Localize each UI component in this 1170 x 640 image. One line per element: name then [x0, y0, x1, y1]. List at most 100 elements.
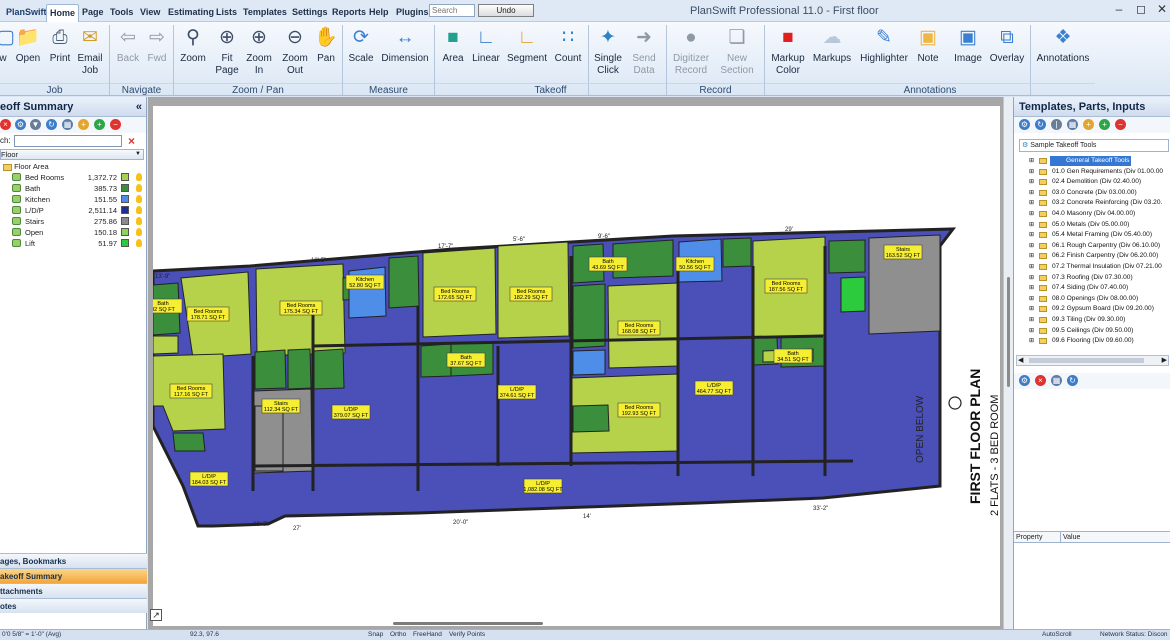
count-button[interactable]: ∷ Count	[552, 26, 584, 65]
bath-region[interactable]	[254, 349, 287, 390]
value-column-header[interactable]: Value	[1060, 532, 1080, 543]
takeoff-item[interactable]: L/D/P 2,511.14	[0, 205, 147, 216]
expand-icon[interactable]: ⊞	[1029, 241, 1034, 251]
tab-plugins[interactable]: Plugins	[393, 4, 432, 22]
lightbulb-icon[interactable]	[136, 173, 142, 181]
gear-icon[interactable]: ⚙	[15, 119, 26, 130]
room-label[interactable]: Bath37.67 SQ FT	[446, 352, 486, 368]
lightbulb-icon[interactable]	[136, 217, 142, 225]
accordion-takeoff-summary[interactable]: akeoff Summary	[0, 568, 147, 583]
delete-icon[interactable]: ×	[0, 119, 11, 130]
forward-button[interactable]: ⇨ Fwd	[143, 26, 171, 65]
template-tree-item[interactable]: ⊞ 03.2 Concrete Reinforcing (Div 03.20.	[1014, 198, 1170, 208]
undo-button[interactable]: Undo	[478, 4, 534, 17]
tab-help[interactable]: Help	[366, 4, 392, 22]
search-input[interactable]	[429, 4, 475, 17]
bath-region[interactable]	[312, 348, 345, 390]
color-swatch[interactable]	[121, 228, 129, 236]
dimension-button[interactable]: ↔ Dimension	[380, 26, 430, 65]
overlay-button[interactable]: ⧉ Overlay	[987, 26, 1027, 65]
filter-icon[interactable]: ▼	[30, 119, 41, 130]
accordion-attachments[interactable]: ttachments	[0, 583, 147, 598]
tab-home[interactable]: Home	[46, 4, 80, 22]
expand-icon[interactable]: ⊞	[1029, 304, 1034, 314]
template-tree-item[interactable]: ⊞ 08.0 Openings (Div 08.00.00)	[1014, 294, 1170, 304]
bath-region[interactable]	[828, 239, 866, 274]
zoom-out-button[interactable]: ⊖ Zoom Out	[280, 26, 310, 77]
tree-folder-floor-area[interactable]: Floor Area	[3, 161, 49, 172]
template-tree-item[interactable]: ⊞ 09.3 Tiling (Div 09.30.00)	[1014, 315, 1170, 325]
takeoff-item[interactable]: Stairs 275.86	[0, 216, 147, 227]
highlighter-button[interactable]: ✎ Highlighter	[856, 26, 912, 65]
room-label[interactable]: Stairs163.52 SQ FT	[883, 244, 923, 260]
app-menu-button[interactable]: PlanSwift	[3, 4, 50, 22]
scrollbar-thumb[interactable]	[1029, 358, 1144, 363]
column-icon[interactable]: |	[1051, 119, 1062, 130]
stairs-region[interactable]	[254, 405, 284, 472]
expand-icon[interactable]: ⊞	[1029, 167, 1034, 177]
template-dropdown[interactable]: ⚙ Sample Takeoff Tools	[1019, 139, 1169, 152]
template-tree-item[interactable]: ⊞ 07.3 Roofing (Div 07.30.00)	[1014, 273, 1170, 283]
refresh-icon[interactable]: ↻	[1035, 119, 1046, 130]
color-swatch[interactable]	[121, 173, 129, 181]
refresh-icon[interactable]: ↻	[1067, 375, 1078, 386]
room-label[interactable]: Bed Rooms182.29 SQ FT	[509, 286, 553, 302]
linear-button[interactable]: ∟ Linear	[470, 26, 502, 65]
grid-icon[interactable]: ▦	[1051, 375, 1062, 386]
layer-dropdown[interactable]: Floor ▼	[0, 149, 144, 160]
color-swatch[interactable]	[121, 239, 129, 247]
lightbulb-icon[interactable]	[136, 239, 142, 247]
snap-toggle[interactable]: Snap	[368, 630, 383, 640]
gear-icon[interactable]: ⚙	[1019, 119, 1030, 130]
room-label[interactable]: Bed Rooms168.08 SQ FT	[617, 320, 661, 336]
grid-icon[interactable]: ▦	[1067, 119, 1078, 130]
ortho-toggle[interactable]: Ortho	[390, 630, 406, 640]
template-tree-item[interactable]: ⊞ 07.4 Siding (Div 07.40.00)	[1014, 283, 1170, 293]
template-tree-item[interactable]: ⊞ 03.0 Concrete (Div 03.00.00)	[1014, 188, 1170, 198]
template-tree-item[interactable]: ⊞ 05.4 Metal Framing (Div 05.40.00)	[1014, 230, 1170, 240]
room-label[interactable]: L/D/P1,082.08 SQ FT	[523, 478, 563, 494]
maximize-icon[interactable]: ◻	[1134, 2, 1148, 16]
email-job-button[interactable]: ✉ Email Job	[76, 26, 104, 77]
kitchen-region[interactable]	[572, 349, 606, 376]
tab-lists[interactable]: Lists	[213, 4, 240, 22]
room-label[interactable]: Bath43.69 SQ FT	[588, 256, 628, 272]
color-swatch[interactable]	[121, 184, 129, 192]
color-swatch[interactable]	[121, 195, 129, 203]
verify-points-toggle[interactable]: Verify Points	[449, 630, 485, 640]
minimize-icon[interactable]: –	[1112, 2, 1126, 16]
template-tree-item[interactable]: ⊞ General Takeoff Tools	[1014, 156, 1170, 166]
grid-icon[interactable]: ▦	[62, 119, 73, 130]
room-label[interactable]: Kitchen50.56 SQ FT	[675, 256, 715, 272]
collapse-icon[interactable]: «	[136, 97, 142, 117]
room-label[interactable]: Bed Rooms172.65 SQ FT	[433, 286, 477, 302]
lift-region[interactable]	[840, 276, 866, 313]
tree-horizontal-scrollbar[interactable]: ◀ ▶	[1016, 355, 1169, 366]
expand-icon[interactable]: ⊞	[1029, 336, 1034, 346]
expand-icon[interactable]: ⊞	[1029, 315, 1034, 325]
expand-icon[interactable]: ⊞	[1029, 156, 1034, 166]
lightbulb-icon[interactable]	[136, 228, 142, 236]
segment-button[interactable]: ∟ Segment	[506, 26, 548, 65]
add-icon[interactable]: +	[94, 119, 105, 130]
search-field[interactable]	[14, 135, 122, 147]
room-label[interactable]: Bed Rooms187.56 SQ FT	[764, 278, 808, 294]
scale-button[interactable]: ⟳ Scale	[345, 26, 377, 65]
color-swatch[interactable]	[121, 206, 129, 214]
lightbulb-icon[interactable]	[136, 184, 142, 192]
room-label[interactable]: Bed Rooms117.16 SQ FT	[169, 383, 213, 399]
tab-page[interactable]: Page	[79, 4, 107, 22]
takeoff-item[interactable]: Kitchen 151.55	[0, 194, 147, 205]
color-swatch[interactable]	[121, 217, 129, 225]
new-section-button[interactable]: ❏ New Section	[716, 26, 758, 77]
annotations-button[interactable]: ❖ Annotations	[1034, 26, 1092, 65]
fit-page-button[interactable]: ⊕ Fit Page	[212, 26, 242, 77]
lightbulb-icon[interactable]	[136, 206, 142, 214]
print-button[interactable]: ⎙ Print	[46, 26, 74, 65]
room-label[interactable]: L/D/P379.07 SQ FT	[331, 404, 371, 420]
bed-room-region[interactable]	[152, 335, 179, 355]
zoom-button[interactable]: ⚲ Zoom	[176, 26, 210, 65]
tab-reports[interactable]: Reports	[329, 4, 369, 22]
template-tree-item[interactable]: ⊞ 06.2 Finish Carpentry (Div 06.20.00)	[1014, 251, 1170, 261]
takeoff-item[interactable]: Open 150.18	[0, 227, 147, 238]
